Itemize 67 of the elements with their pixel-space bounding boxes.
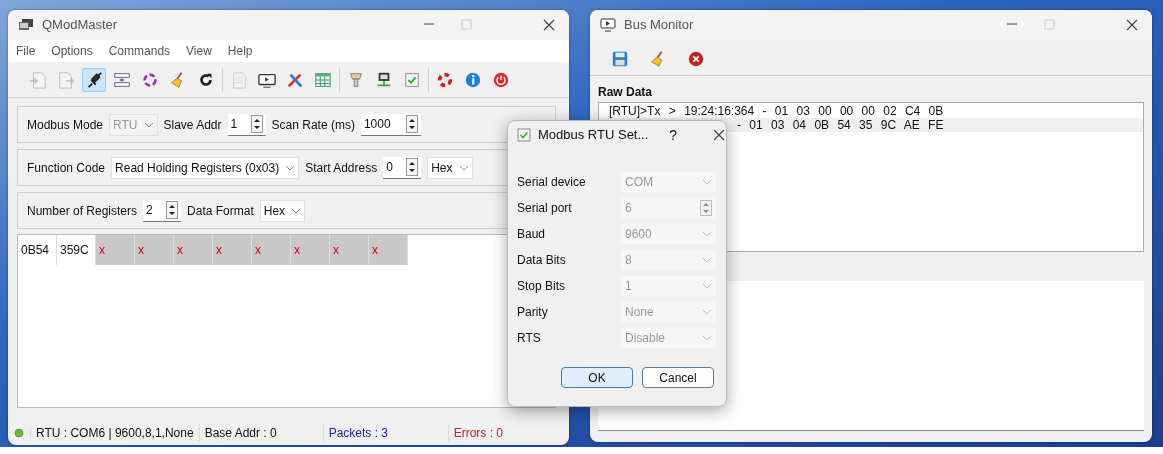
menu-item[interactable]: View: [178, 42, 220, 60]
chevron-icon: [291, 207, 302, 214]
field-label: Number of Registers: [27, 202, 138, 220]
field-label: Data Format: [187, 202, 254, 220]
spin-box[interactable]: 0: [383, 156, 422, 179]
spin-arrows-icon[interactable]: [250, 115, 263, 133]
field-label: Slave Addr: [163, 116, 222, 134]
field-label: RTS: [517, 330, 542, 347]
chevron-icon: [458, 164, 469, 171]
field-label: Parity: [517, 304, 549, 321]
field-label: Serial device: [517, 174, 587, 191]
window-title: Bus Monitor: [624, 16, 694, 35]
register-cell: 359C: [57, 235, 96, 265]
register-cell: x: [96, 235, 135, 265]
register-cell: x: [174, 235, 213, 265]
status-text: Base Addr : 0: [199, 423, 324, 442]
dialog-button[interactable]: Cancel: [642, 367, 714, 388]
plug-icon[interactable]: [82, 67, 106, 92]
menu-item[interactable]: File: [8, 42, 44, 60]
menu-item[interactable]: Help: [219, 42, 261, 60]
section-title: Raw Data: [597, 84, 654, 101]
register-cell: x: [369, 235, 408, 265]
register-cell: x: [330, 235, 369, 265]
spin-arrows-icon[interactable]: [166, 201, 179, 219]
monitor-icon: [600, 18, 616, 32]
field-label: Data Bits: [517, 252, 567, 269]
register-cell: x: [213, 235, 252, 265]
field-label: Start Address: [305, 159, 378, 177]
status-text: RTU : COM6 | 9600,8,1,None: [31, 423, 200, 442]
chevron-icon: [143, 121, 154, 128]
checkbox-icon: [517, 128, 531, 142]
dropdown[interactable]: Read Holding Registers (0x03): [111, 156, 300, 179]
register-cell: x: [291, 235, 330, 265]
field-label: Stop Bits: [517, 278, 567, 295]
chevron-icon: [702, 179, 712, 185]
close-icon[interactable]: [543, 19, 555, 31]
chevron-icon: [702, 231, 712, 237]
menu-item[interactable]: Commands: [100, 42, 179, 60]
register-cell: x: [135, 235, 174, 265]
close-icon[interactable]: [1126, 19, 1138, 31]
chevron-icon: [285, 164, 296, 171]
chevron-icon: [702, 283, 712, 289]
spin-arrows-icon[interactable]: [405, 115, 418, 133]
status-text: Errors : 0: [452, 424, 504, 442]
field-label: Serial port: [517, 200, 573, 217]
dropdown[interactable]: Hex: [259, 199, 306, 222]
window-title: QModMaster: [42, 16, 118, 35]
chevron-icon: [702, 257, 712, 263]
spin-box[interactable]: 1000: [360, 113, 421, 136]
register-cell: x: [252, 235, 291, 265]
spin-box[interactable]: 2: [143, 199, 182, 222]
spin-arrows-icon[interactable]: [406, 158, 419, 176]
status-text: Packets : 3: [323, 423, 449, 442]
dialog-button[interactable]: OK: [561, 367, 633, 388]
log-line: [RTU]>Tx > 19:24:16:364 - 01 03 00 00 00 02 C4 0B: [608, 104, 945, 118]
field-label: Scan Rate (ms): [271, 116, 355, 134]
chevron-icon: [702, 335, 712, 341]
field-label: Function Code: [27, 159, 106, 177]
field-label: Modbus Mode: [27, 116, 104, 134]
spin-box[interactable]: 1: [227, 113, 266, 136]
register-cell: 0B54: [18, 235, 57, 265]
menu-item[interactable]: Options: [43, 42, 101, 60]
field-label: Baud: [517, 226, 547, 243]
close-icon[interactable]: [713, 129, 726, 141]
dropdown[interactable]: Hex: [427, 156, 473, 179]
computers-icon: [18, 18, 34, 32]
chevron-icon: [702, 309, 712, 315]
